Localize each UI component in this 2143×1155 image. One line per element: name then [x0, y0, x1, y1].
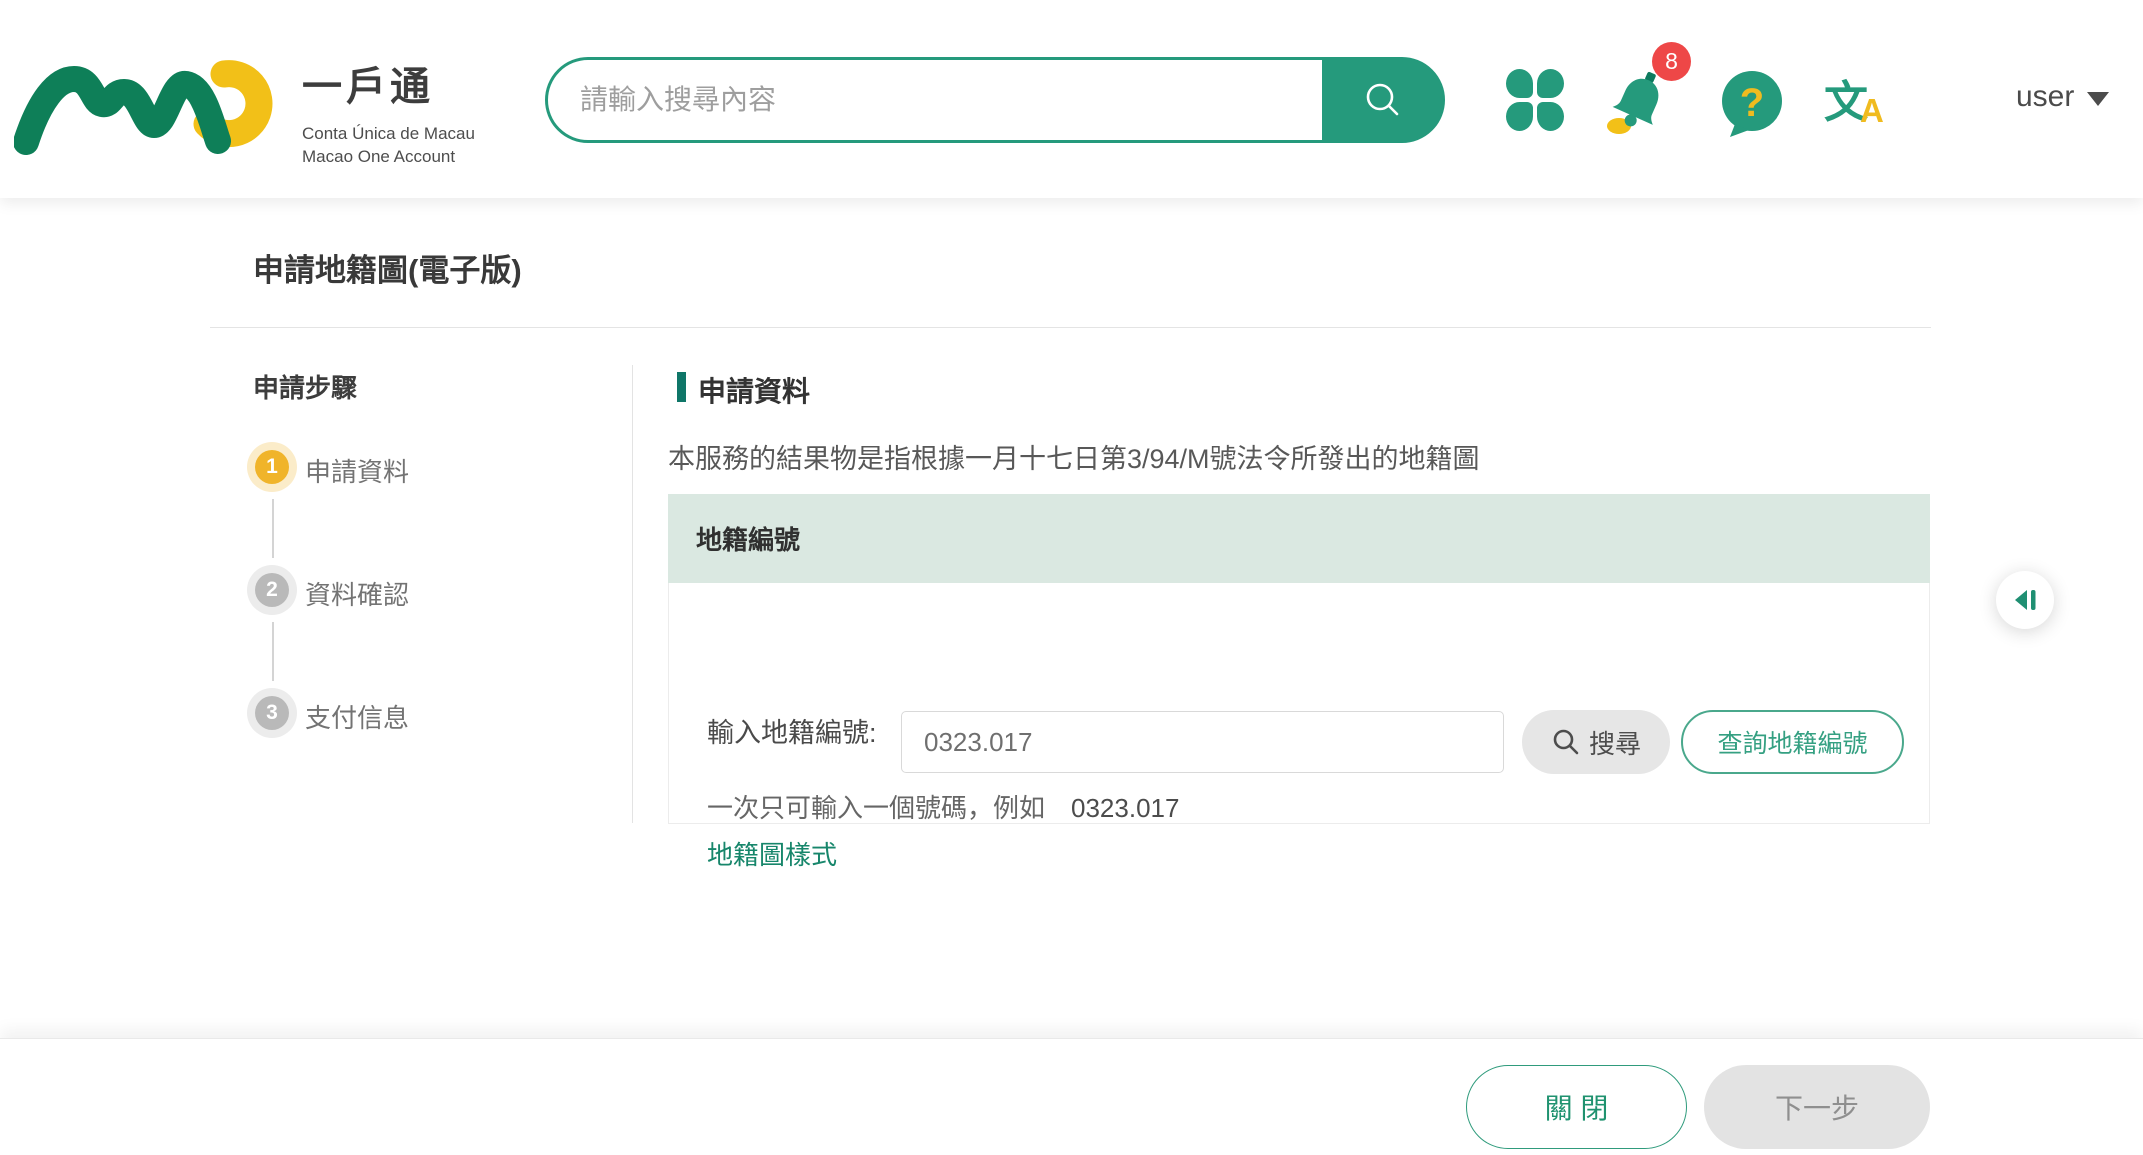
apps-petal [1537, 102, 1564, 131]
hint-example: 0323.017 [1071, 793, 1179, 823]
apps-petal [1537, 69, 1564, 98]
notification-badge: 8 [1652, 42, 1691, 81]
step-connector [272, 499, 274, 558]
apps-petal [1506, 102, 1533, 131]
app-subtitle-en: Macao One Account [302, 145, 475, 168]
next-step-button[interactable]: 下一步 [1704, 1065, 1930, 1149]
section-title: 申請資料 [698, 370, 810, 410]
step-number-3: 3 [255, 696, 289, 730]
user-menu[interactable]: user [2016, 80, 2109, 114]
box-body: 輸入地籍編號: 搜尋 查詢地籍編號 一次只可輸入一個號碼，例如0323.017 … [668, 583, 1930, 824]
steps-title: 申請步驟 [253, 368, 357, 405]
step-label-2: 資料確認 [305, 575, 409, 612]
close-button[interactable]: 關 閉 [1466, 1065, 1687, 1149]
step-indicator-3: 3 [247, 688, 297, 738]
apps-petal [1506, 69, 1533, 98]
cadastral-number-box: 地籍編號 輸入地籍編號: 搜尋 查詢地籍編號 一次只可輸入一個號碼，例如 0323… [668, 494, 1930, 824]
app-screen: 一戶通 Conta Única de Macau Macao One Accou… [0, 0, 2143, 1155]
search-input[interactable] [552, 63, 1312, 137]
svg-text:?: ? [1740, 81, 1764, 125]
title-divider [210, 327, 1931, 328]
notification-bell-icon [1606, 70, 1678, 144]
user-label: user [2016, 80, 2074, 114]
step-number-1: 1 [255, 450, 289, 484]
hint-text: 一次只可輸入一個號碼，例如 [707, 793, 1045, 823]
cadastral-number-input[interactable] [901, 711, 1504, 773]
box-title: 地籍編號 [696, 520, 800, 557]
cadastral-sample-link[interactable]: 地籍圖樣式 [707, 835, 837, 872]
language-icon[interactable]: 文 A [1824, 66, 1890, 134]
help-button[interactable]: ? [1719, 70, 1785, 138]
input-hint: 一次只可輸入一個號碼，例如 0323.017 [707, 788, 1179, 825]
step-number-2: 2 [255, 573, 289, 607]
mo-logo-icon [14, 32, 294, 172]
global-search-bar [545, 57, 1445, 143]
cadastral-input-label: 輸入地籍編號: [707, 711, 877, 750]
collapse-panel-button[interactable] [1996, 571, 2054, 629]
app-title: 一戶通 [302, 54, 475, 112]
step-label-3: 支付信息 [305, 698, 409, 735]
action-footer: 關 閉 下一步 [0, 1038, 2143, 1155]
apps-grid-icon[interactable] [1506, 69, 1564, 131]
caret-down-icon [2087, 92, 2109, 106]
help-icon: ? [1719, 70, 1785, 138]
logo-text: 一戶通 Conta Única de Macau Macao One Accou… [302, 54, 475, 168]
notification-bell-button[interactable]: 8 [1604, 40, 1700, 144]
app-subtitle: Conta Única de Macau Macao One Account [302, 122, 475, 168]
service-description: 本服務的結果物是指根據一月十七日第3/94/M號法令所發出的地籍圖 [668, 437, 1480, 476]
page-title: 申請地籍圖(電子版) [253, 245, 522, 290]
content-divider [632, 365, 633, 823]
search-button-label: 搜尋 [1589, 724, 1641, 761]
mo-logo[interactable]: 一戶通 Conta Única de Macau Macao One Accou… [14, 32, 574, 182]
language-a-glyph: A [1860, 92, 1884, 130]
search-button[interactable]: 搜尋 [1522, 710, 1670, 774]
step-indicator-2: 2 [247, 565, 297, 615]
lookup-cadastral-button[interactable]: 查詢地籍編號 [1681, 710, 1904, 774]
step-connector [272, 622, 274, 681]
search-icon [1360, 77, 1406, 123]
top-header: 一戶通 Conta Única de Macau Macao One Accou… [0, 0, 2143, 198]
step-label-1: 申請資料 [305, 452, 409, 489]
collapse-left-icon [2007, 582, 2043, 618]
search-submit-button[interactable] [1322, 58, 1444, 142]
magnifier-icon [1551, 727, 1581, 757]
app-subtitle-pt: Conta Única de Macau [302, 122, 475, 145]
step-indicator-1: 1 [247, 442, 297, 492]
box-header: 地籍編號 [668, 494, 1930, 583]
section-accent-bar [677, 372, 686, 402]
